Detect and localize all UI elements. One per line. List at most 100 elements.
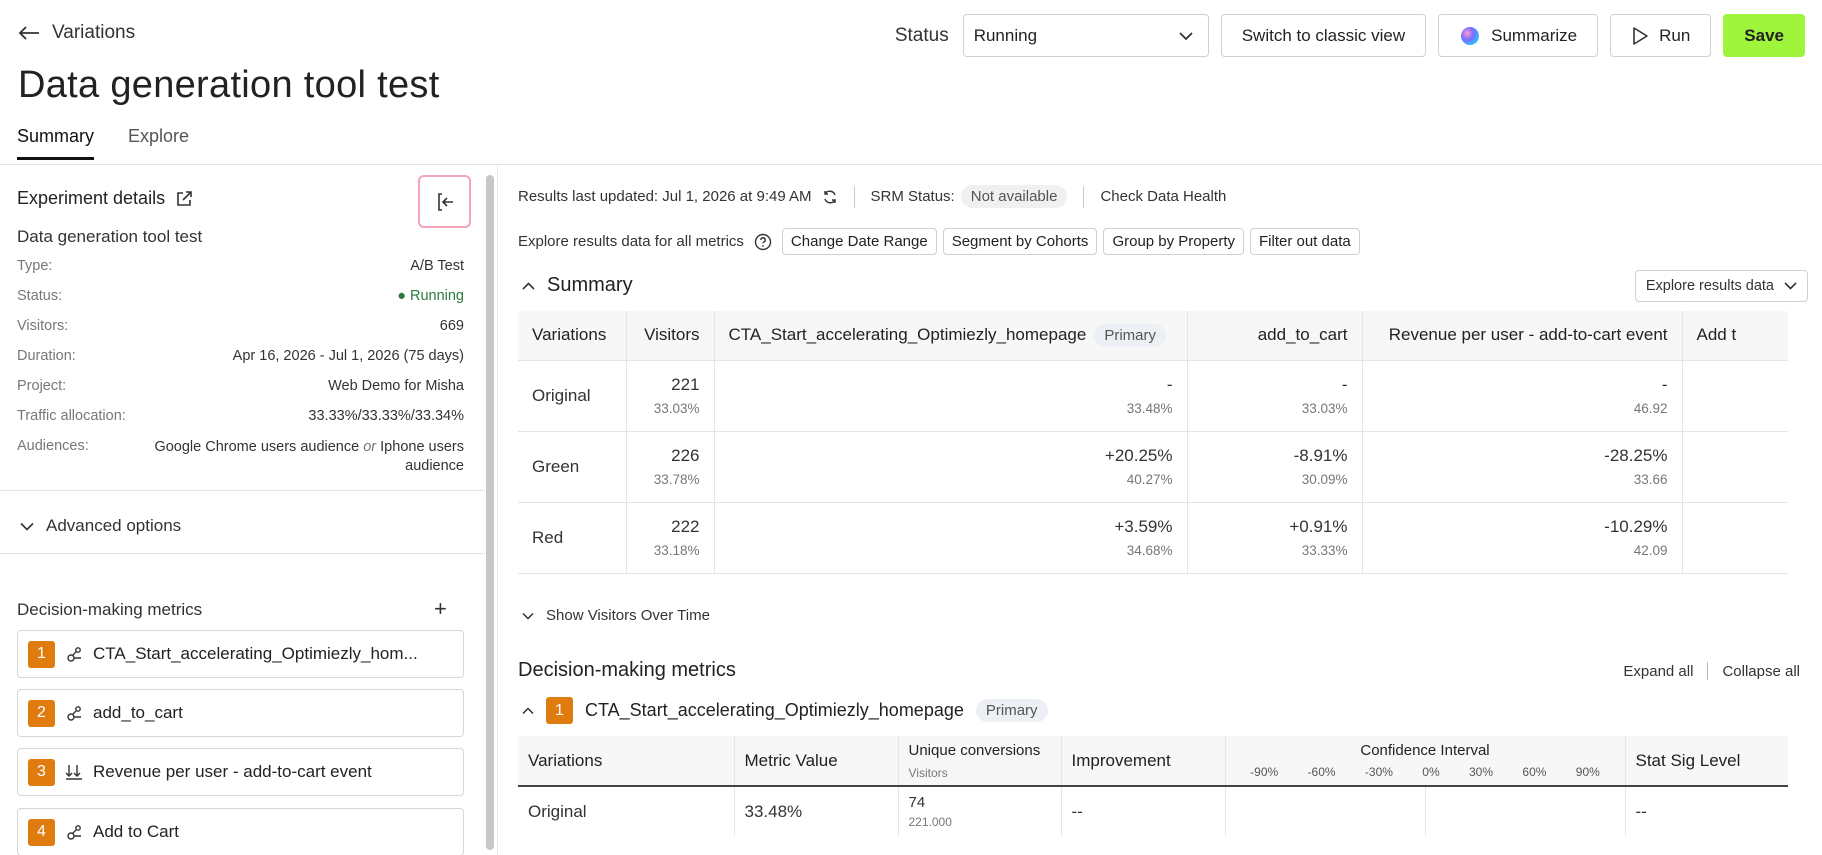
experiment-details-label: Experiment details	[17, 188, 166, 208]
group-by-property-button[interactable]: Group by Property	[1103, 228, 1244, 255]
switch-classic-view-label: Switch to classic view	[1241, 25, 1406, 45]
sidebar-metric-3[interactable]: 3 Revenue per user - add-to-cart event	[17, 748, 464, 796]
audience-1: Google Chrome users audience	[154, 439, 360, 455]
experiment-details-title: Experiment details	[17, 188, 193, 209]
cell-value: +3.59%	[1114, 517, 1173, 536]
separator	[1707, 662, 1709, 680]
detail-key: Duration:	[17, 348, 76, 364]
srm-status-label: SRM Status:	[870, 188, 955, 205]
conversions-cell: 74 221.000	[898, 786, 1062, 836]
status-select[interactable]: Running	[962, 14, 1209, 57]
summarize-button[interactable]: Summarize	[1438, 14, 1599, 57]
tab-explore[interactable]: Explore	[128, 126, 189, 160]
cell-value: 221	[671, 375, 700, 394]
cell-value: +0.91%	[1289, 517, 1348, 536]
metric-1-header[interactable]: 1 CTA_Start_accelerating_Optimiezly_home…	[522, 697, 1048, 724]
change-date-range-button[interactable]: Change Date Range	[781, 228, 937, 255]
tab-summary[interactable]: Summary	[17, 126, 95, 160]
page-title: Data generation tool test	[18, 64, 440, 106]
table-row: Red 222 33.18% +3.59% 34.68% +0.91% 33.33% …	[518, 501, 1788, 574]
unique-conversions-label: Unique conversions	[908, 741, 1041, 759]
col-stat-sig: Stat Sig Level	[1625, 736, 1788, 787]
metric-name: add_to_cart	[93, 703, 183, 722]
check-data-health-link[interactable]: Check Data Health	[1100, 188, 1226, 205]
variation-name: Red	[518, 501, 627, 574]
srm-status-badge: Not available	[960, 185, 1068, 208]
back-to-variations-link[interactable]: Variations	[18, 22, 135, 44]
advanced-options-toggle[interactable]: Advanced options	[20, 516, 181, 536]
visitors-cell: 221 33.03%	[626, 359, 715, 431]
stat-sig-cell: --	[1635, 801, 1647, 821]
expand-all-button[interactable]: Expand all	[1623, 663, 1693, 680]
confidence-interval-cell	[1225, 786, 1626, 836]
primary-badge: Primary	[975, 699, 1048, 722]
run-label: Run	[1659, 25, 1691, 45]
col-confidence-interval: Confidence Interval -90% -60% -30% 0% 30…	[1225, 736, 1626, 787]
col-metric-4[interactable]: Add t	[1682, 311, 1788, 360]
cell-value: +20.25%	[1104, 446, 1173, 465]
col-metric-3[interactable]: Revenue per user - add-to-cart event	[1362, 311, 1683, 360]
cell-value: 226	[671, 446, 700, 465]
metric-number-badge: 3	[28, 758, 55, 786]
help-icon[interactable]	[754, 233, 772, 251]
page-tabs: Summary Explore	[17, 126, 189, 160]
confidence-interval-ticks: -90% -60% -30% 0% 30% 60% 90%	[1236, 765, 1615, 779]
switch-classic-view-button[interactable]: Switch to classic view	[1220, 14, 1427, 57]
col-metric-2[interactable]: add_to_cart	[1187, 311, 1363, 360]
explore-results-dropdown[interactable]: Explore results data	[1634, 270, 1808, 302]
metric-number-badge: 1	[28, 640, 55, 668]
metric-name: CTA_Start_accelerating_Optimiezly_hom...	[93, 644, 418, 663]
metric-number-badge: 4	[28, 818, 55, 846]
refresh-icon[interactable]	[822, 189, 838, 205]
detail-value: Apr 16, 2026 - Jul 1, 2026 (75 days)	[232, 348, 464, 364]
variation-name: Green	[518, 430, 627, 502]
metric-4-cell	[1682, 430, 1788, 502]
detail-value: 669	[439, 318, 464, 334]
collapse-all-button[interactable]: Collapse all	[1722, 663, 1800, 680]
table-row: Green 226 33.78% +20.25% 40.27% -8.91% 30.0…	[518, 430, 1788, 502]
cell-sub: 40.27%	[1126, 472, 1173, 487]
external-link-icon[interactable]	[175, 190, 193, 208]
cell-value: 222	[671, 517, 700, 536]
save-button[interactable]: Save	[1723, 14, 1805, 57]
cell-sub: 33.03%	[653, 401, 700, 416]
cell-sub: 30.09%	[1301, 472, 1348, 487]
sidebar-divider	[0, 490, 485, 491]
metric-name: Revenue per user - add-to-cart event	[93, 762, 372, 781]
ci-tick: -90%	[1250, 765, 1279, 779]
col-metric-1[interactable]: CTA_Start_accelerating_Optimiezly_homepa…	[714, 311, 1188, 360]
metric-3-cell: - 46.92	[1362, 359, 1683, 431]
expand-collapse-controls: Expand all Collapse all	[1623, 662, 1800, 680]
metric-number-badge: 2	[28, 699, 55, 727]
sidebar-metric-1[interactable]: 1 CTA_Start_accelerating_Optimiezly_hom.…	[17, 630, 464, 678]
visitors-cell: 222 33.18%	[626, 501, 715, 574]
detail-type: Type: A/B Test	[17, 258, 464, 288]
chevron-up-icon	[522, 281, 535, 290]
ci-tick: 0%	[1422, 765, 1440, 779]
detail-value: Web Demo for Misha	[328, 378, 464, 394]
collapse-sidebar-button[interactable]	[418, 175, 471, 228]
primary-badge: Primary	[1094, 323, 1166, 347]
explore-all-label: Explore results data for all metrics	[518, 233, 744, 250]
run-button[interactable]: Run	[1610, 14, 1712, 57]
show-visitors-over-time-toggle[interactable]: Show Visitors Over Time	[522, 607, 710, 624]
visitors-sub-label: Visitors	[908, 765, 948, 780]
cell-sub: 33.78%	[653, 472, 700, 487]
advanced-options-label: Advanced options	[46, 516, 182, 535]
metric-3-cell: -28.25% 33.66	[1362, 430, 1683, 502]
decision-metrics-title: Decision-making metrics	[518, 659, 736, 681]
sidebar-scrollbar[interactable]	[486, 175, 494, 850]
detail-status: Status: ● Running	[17, 288, 464, 318]
filter-out-data-button[interactable]: Filter out data	[1250, 228, 1360, 255]
sidebar-metric-4[interactable]: 4 Add to Cart	[17, 808, 464, 855]
segment-by-cohorts-button[interactable]: Segment by Cohorts	[942, 228, 1098, 255]
audience-2a: Iphone users	[380, 439, 464, 455]
add-metric-button[interactable]: +	[434, 596, 447, 622]
cell-sub: 34.68%	[1126, 543, 1173, 558]
visitors-value: 221.000	[908, 815, 952, 829]
metric-value-cell: 33.48%	[734, 786, 899, 836]
summary-section-header[interactable]: Summary	[522, 274, 633, 297]
sidebar-metrics-title: Decision-making metrics	[17, 600, 203, 619]
top-actions: Status Running Switch to classic view Su…	[895, 14, 1805, 57]
sidebar-metric-2[interactable]: 2 add_to_cart	[17, 689, 464, 737]
